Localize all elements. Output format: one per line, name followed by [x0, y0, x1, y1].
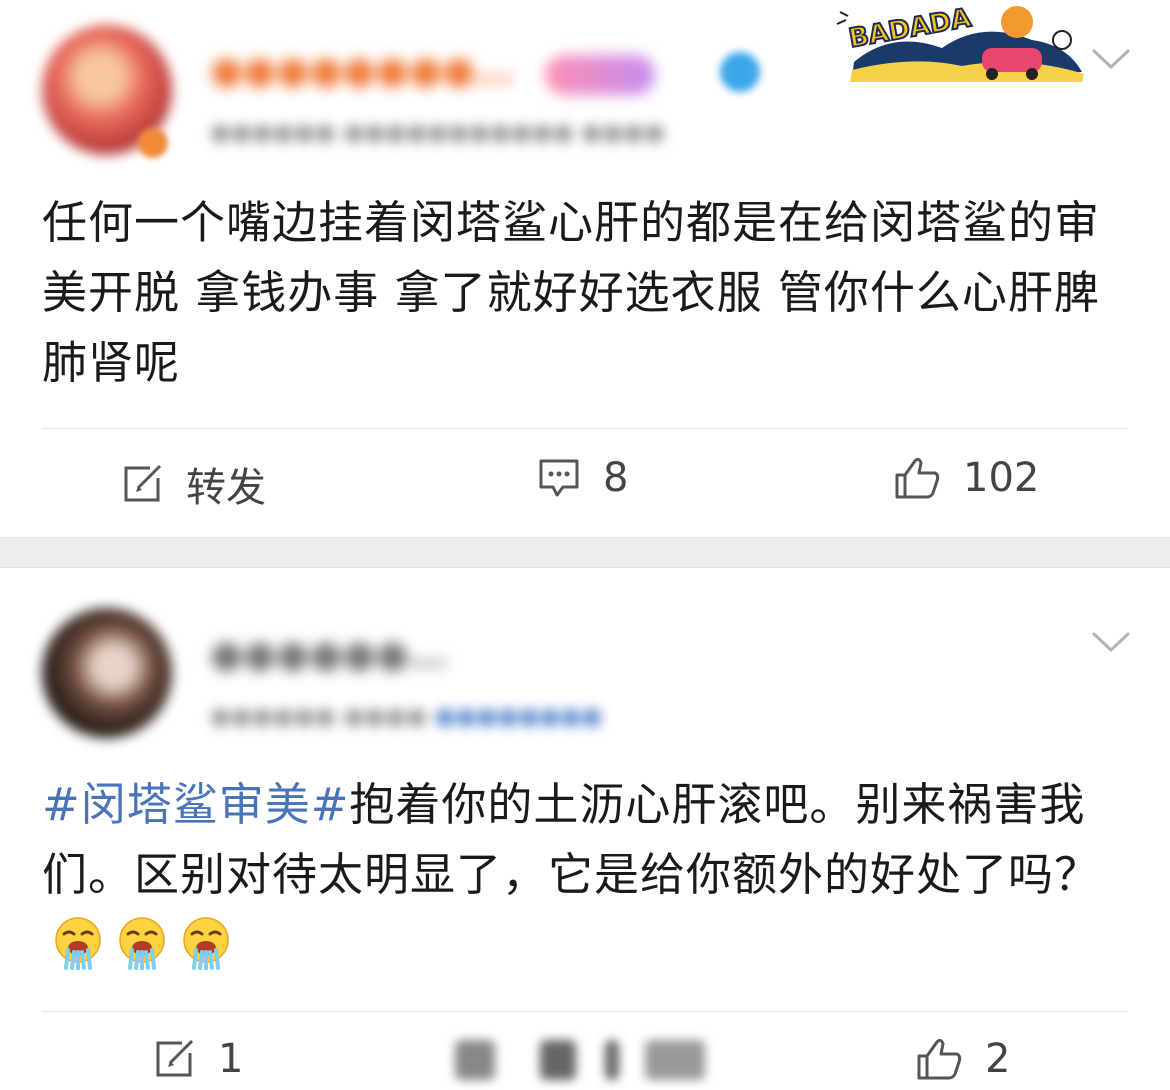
post-content: 任何一个嘴边挂着闵塔鲨心肝的都是在给闵塔鲨的审美开脱 拿钱办事 拿了就好好选衣服…	[42, 188, 1132, 398]
like-count: 102	[963, 455, 1040, 501]
repost-label: 转发	[186, 465, 266, 511]
repost-icon	[156, 1039, 194, 1077]
vomit-emoji-icon	[55, 917, 101, 970]
comment-area-blurred	[445, 1040, 715, 1080]
comment-icon	[539, 459, 579, 497]
thumbs-up-icon	[895, 457, 940, 499]
like-count: 2	[985, 1036, 1011, 1082]
username-blurred[interactable]: ●●●●●●…	[210, 632, 447, 676]
like-button[interactable]: 102	[893, 455, 1039, 501]
post-meta-blurred: ●●●●●● ●●●● ●●●●●●●●	[210, 702, 603, 730]
repost-icon	[124, 464, 162, 502]
chevron-down-icon[interactable]	[1090, 45, 1132, 73]
comment-button[interactable]: 8	[537, 455, 628, 501]
thumbs-up-icon	[917, 1038, 962, 1080]
verified-badge-icon	[138, 128, 168, 158]
username-blurred[interactable]: ●●●●●●●●…	[210, 48, 513, 92]
chevron-down-icon[interactable]	[1090, 628, 1132, 656]
badada-decoration-badge: BADADA	[836, 2, 1084, 82]
vomit-emoji-icon	[119, 917, 165, 970]
post-text: 任何一个嘴边挂着闵塔鲨心肝的都是在给闵塔鲨的审美开脱 拿钱办事 拿了就好好选衣服…	[42, 196, 1101, 389]
topic-hashtag-link[interactable]: #闵塔鲨审美#	[42, 778, 349, 831]
comment-count: 8	[603, 455, 629, 501]
user-avatar[interactable]	[42, 608, 172, 738]
post-card[interactable]: ●●●●●●●●… ●●●●●● ●●●●●●●●●●● ●●●● BADADA…	[0, 0, 1170, 537]
post-separator	[0, 537, 1170, 568]
vomit-emoji-icon	[183, 917, 229, 970]
divider	[42, 1011, 1128, 1012]
post-content: #闵塔鲨审美#抱着你的土沥心肝滚吧。别来祸害我们。区别对待太明显了，它是给你额外…	[42, 770, 1132, 980]
vip-badge-icon	[545, 55, 655, 95]
like-button[interactable]: 2	[915, 1036, 1010, 1082]
repost-count: 1	[218, 1036, 244, 1082]
level-badge-icon	[720, 52, 760, 92]
divider	[42, 428, 1128, 429]
post-meta-blurred: ●●●●●● ●●●●●●●●●●● ●●●●	[210, 118, 666, 146]
repost-button[interactable]: 1	[152, 1036, 243, 1082]
repost-button[interactable]: 转发	[120, 455, 266, 513]
